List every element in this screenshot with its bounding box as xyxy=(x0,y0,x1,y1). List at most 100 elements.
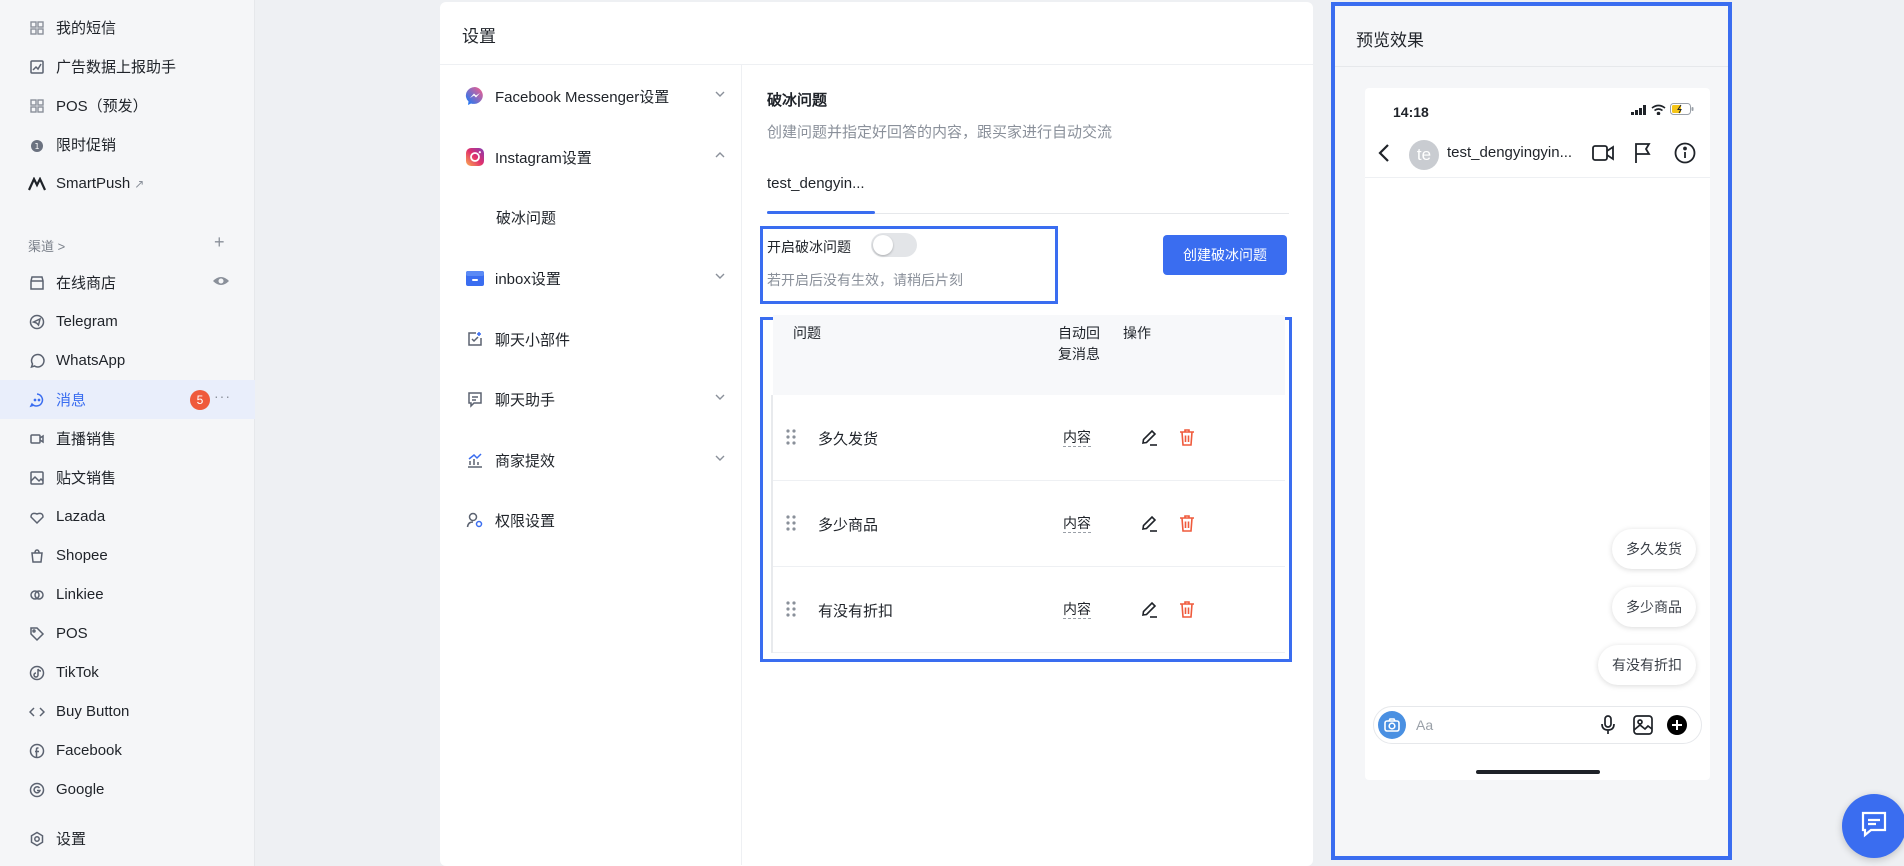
sidebar-item-buy-button[interactable]: Buy Button xyxy=(0,692,255,731)
menu-item-permissions[interactable]: 权限设置 xyxy=(464,505,726,535)
sidebar-item-ad-report[interactable]: 广告数据上报助手 xyxy=(0,47,255,86)
menu-subitem-icebreaker[interactable]: 破冰问题 xyxy=(496,207,556,228)
message-icon xyxy=(28,391,46,409)
menu-item-label: 聊天助手 xyxy=(495,391,556,409)
drag-handle-icon[interactable] xyxy=(785,600,797,622)
reply-content-link[interactable]: 内容 xyxy=(1063,428,1091,447)
sidebar-item-telegram[interactable]: Telegram xyxy=(0,302,255,341)
shopee-icon xyxy=(28,547,46,565)
add-channel-icon[interactable]: + xyxy=(214,232,225,253)
wifi-icon xyxy=(1651,102,1666,119)
menu-item-messenger[interactable]: Facebook Messenger设置 xyxy=(464,81,726,111)
chart-icon xyxy=(28,58,46,76)
sidebar-item-label: 贴文销售 xyxy=(56,470,117,487)
sidebar-item-linkiee[interactable]: Linkiee xyxy=(0,575,255,614)
store-icon xyxy=(28,274,46,292)
toggle-hint: 若开启后没有生效，请稍后片刻 xyxy=(767,272,963,288)
link-icon xyxy=(28,586,46,604)
efficiency-icon xyxy=(464,449,486,471)
avatar: te xyxy=(1409,140,1439,170)
gallery-icon[interactable] xyxy=(1632,714,1654,740)
microphone-icon[interactable] xyxy=(1600,714,1616,740)
reply-content-link[interactable]: 内容 xyxy=(1063,514,1091,533)
menu-item-instagram[interactable]: Instagram设置 xyxy=(464,142,726,172)
create-icebreaker-button[interactable]: 创建破冰问题 xyxy=(1163,235,1287,275)
sidebar-item-pos[interactable]: POS xyxy=(0,614,255,653)
sidebar-item-live-sales[interactable]: 直播销售 xyxy=(0,419,255,458)
sidebar-item-shopee[interactable]: Shopee xyxy=(0,536,255,575)
sidebar-item-messages[interactable]: 消息 5 ··· xyxy=(0,380,255,419)
edit-icon[interactable] xyxy=(1139,513,1159,537)
edit-icon[interactable] xyxy=(1139,599,1159,623)
tab-account[interactable]: test_dengyin... xyxy=(767,175,865,192)
tiktok-icon xyxy=(28,664,46,682)
flag-icon[interactable] xyxy=(1633,142,1653,168)
menu-item-chat-assistant[interactable]: 聊天助手 xyxy=(464,384,726,414)
menu-item-chat-widget[interactable]: 聊天小部件 xyxy=(464,324,726,354)
smartpush-logo-icon xyxy=(28,175,46,193)
sidebar-item-label: Linkiee xyxy=(56,586,104,603)
sidebar-item-google[interactable]: Google xyxy=(0,770,255,809)
menu-item-merchant-efficiency[interactable]: 商家提效 xyxy=(464,445,726,475)
trash-icon[interactable] xyxy=(1177,513,1197,537)
sidebar-item-flash-sale[interactable]: 1 限时促销 xyxy=(0,125,255,164)
status-icons xyxy=(1631,102,1694,119)
sidebar-item-label: Facebook xyxy=(56,742,122,759)
channels-header[interactable]: 渠道 > xyxy=(28,236,65,255)
icebreaker-bubble[interactable]: 多少商品 xyxy=(1612,587,1696,627)
permission-icon xyxy=(464,509,486,531)
sidebar-item-pos-pre[interactable]: POS（预发） xyxy=(0,86,255,125)
external-link-icon: ↗ xyxy=(134,176,145,191)
preview-panel: 预览效果 14:18 te test_dengyingyin... 多久发货 多… xyxy=(1331,2,1732,860)
plus-circle-icon[interactable] xyxy=(1666,714,1688,740)
back-icon[interactable] xyxy=(1377,142,1391,168)
table-row: 多少商品 内容 xyxy=(773,481,1285,567)
reply-content-link[interactable]: 内容 xyxy=(1063,600,1091,619)
chevron-down-icon xyxy=(714,451,726,468)
inbox-icon xyxy=(464,267,486,289)
svg-text:1: 1 xyxy=(34,142,39,151)
icebreaker-toggle[interactable] xyxy=(871,233,917,257)
more-icon[interactable]: ··· xyxy=(214,388,231,404)
sidebar-item-label: 设置 xyxy=(56,831,87,848)
menu-item-inbox[interactable]: inbox设置 xyxy=(464,263,726,293)
sidebar-item-online-store[interactable]: 在线商店 xyxy=(0,263,255,302)
trash-icon[interactable] xyxy=(1177,599,1197,623)
message-input-bar[interactable]: Aa xyxy=(1373,706,1702,744)
sidebar-item-label: 直播销售 xyxy=(56,431,117,448)
chevron-down-icon xyxy=(714,269,726,286)
sidebar-item-lazada[interactable]: Lazada xyxy=(0,497,255,536)
sidebar-item-label: Google xyxy=(56,781,105,798)
sidebar-item-whatsapp[interactable]: WhatsApp xyxy=(0,341,255,380)
trash-icon[interactable] xyxy=(1177,427,1197,451)
gear-icon xyxy=(28,830,46,848)
chat-icon xyxy=(1859,809,1889,843)
support-chat-button[interactable] xyxy=(1842,794,1904,858)
info-icon[interactable] xyxy=(1674,142,1696,168)
video-call-icon[interactable] xyxy=(1591,142,1615,168)
sidebar-item-settings[interactable]: 设置 xyxy=(0,819,255,858)
sidebar-item-label: Telegram xyxy=(56,313,118,330)
edit-icon[interactable] xyxy=(1139,427,1159,451)
icebreaker-bubble[interactable]: 多久发货 xyxy=(1612,529,1696,569)
drag-handle-icon[interactable] xyxy=(785,514,797,536)
menu-item-label: inbox设置 xyxy=(495,270,561,288)
chevron-down-icon xyxy=(714,87,726,104)
sidebar-item-label: SmartPush xyxy=(56,175,131,192)
sidebar-item-label: Lazada xyxy=(56,508,106,525)
eye-icon[interactable] xyxy=(212,274,230,291)
camera-icon[interactable] xyxy=(1378,711,1406,739)
chat-username: test_dengyingyin... xyxy=(1447,144,1573,161)
sidebar-item-tiktok[interactable]: TikTok xyxy=(0,653,255,692)
settings-title: 设置 xyxy=(462,27,496,46)
icebreaker-bubble[interactable]: 有没有折扣 xyxy=(1598,645,1696,685)
grid-icon xyxy=(28,97,46,115)
drag-handle-icon[interactable] xyxy=(785,428,797,450)
sidebar-item-smartpush[interactable]: SmartPush ↗ xyxy=(0,164,255,203)
sidebar-item-sms[interactable]: 我的短信 xyxy=(0,8,255,47)
header-auto-reply-line2: 复消息 xyxy=(1058,346,1100,362)
sidebar-item-facebook[interactable]: Facebook xyxy=(0,731,255,770)
sidebar-item-post-sales[interactable]: 贴文销售 xyxy=(0,458,255,497)
facebook-icon xyxy=(28,742,46,760)
widget-icon xyxy=(464,328,486,350)
